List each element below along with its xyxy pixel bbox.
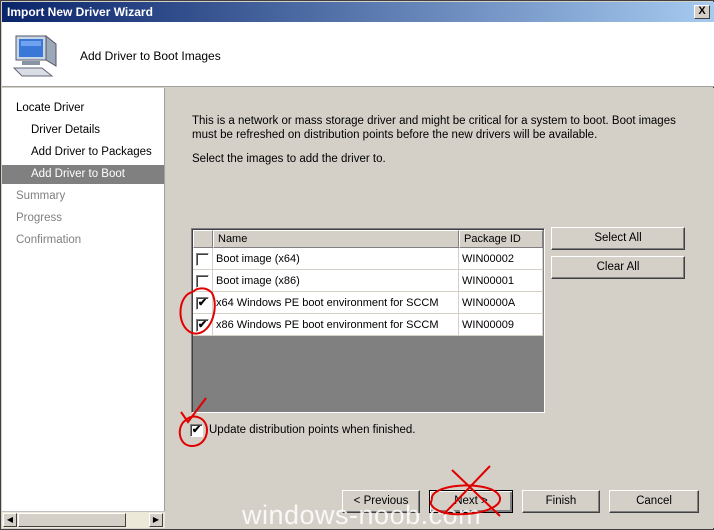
scroll-left-icon[interactable]: ◀ xyxy=(3,513,17,527)
table-row[interactable]: Boot image (x64) WIN00002 xyxy=(193,248,543,270)
page-title: Add Driver to Boot Images xyxy=(80,49,221,63)
nav-driver-details: Driver Details xyxy=(31,124,101,136)
wizard-window: Import New Driver Wizard X Add Driver to… xyxy=(0,0,714,530)
update-checkbox[interactable]: ✔ xyxy=(190,424,203,437)
nav-add-driver-to-packages: Add Driver to Packages xyxy=(31,146,152,158)
nav-summary: Summary xyxy=(16,190,66,202)
row-name: x64 Windows PE boot environment for SCCM xyxy=(213,292,459,314)
column-header-package-id[interactable]: Package ID xyxy=(459,230,543,248)
wizard-sidebar: Locate Driver Driver Details Add Driver … xyxy=(2,88,165,511)
window-title: Import New Driver Wizard xyxy=(7,5,153,19)
table-row[interactable]: ✔ x86 Windows PE boot environment for SC… xyxy=(193,314,543,336)
row-checkbox-checked[interactable]: ✔ xyxy=(196,319,209,332)
nav-locate-driver: Locate Driver xyxy=(16,102,85,114)
boot-image-list[interactable]: Name Package ID Boot image (x64) WIN0000… xyxy=(191,228,545,413)
row-package-id: WIN00002 xyxy=(459,248,543,270)
scroll-thumb[interactable] xyxy=(18,513,126,527)
row-checkbox[interactable] xyxy=(196,253,209,266)
clear-all-button[interactable]: Clear All xyxy=(551,256,685,279)
row-name: x86 Windows PE boot environment for SCCM xyxy=(213,314,459,336)
row-package-id: WIN0000A xyxy=(459,292,543,314)
column-header-check[interactable] xyxy=(193,230,213,248)
nav-confirmation: Confirmation xyxy=(16,234,82,246)
row-checkbox-checked[interactable]: ✔ xyxy=(196,297,209,310)
wizard-header: Add Driver to Boot Images xyxy=(2,22,714,87)
row-checkbox[interactable] xyxy=(196,275,209,288)
table-row[interactable]: ✔ x64 Windows PE boot environment for SC… xyxy=(193,292,543,314)
finish-button[interactable]: Finish xyxy=(522,490,600,513)
driver-description: This is a network or mass storage driver… xyxy=(192,115,676,141)
select-instruction: Select the images to add the driver to. xyxy=(192,153,386,165)
cancel-button[interactable]: Cancel xyxy=(609,490,699,513)
close-button[interactable]: X xyxy=(694,5,710,19)
nav-add-driver-to-boot-images: Add Driver to Boot Images xyxy=(2,165,164,199)
sidebar-scrollbar[interactable]: ◀ ▶ xyxy=(2,511,165,528)
list-header: Name Package ID xyxy=(193,230,543,248)
wizard-content: This is a network or mass storage driver… xyxy=(166,88,714,528)
row-package-id: WIN00009 xyxy=(459,314,543,336)
update-label: Update distribution points when finished… xyxy=(209,424,416,436)
select-all-button[interactable]: Select All xyxy=(551,227,685,250)
title-bar: Import New Driver Wizard X xyxy=(2,2,714,22)
row-name: Boot image (x64) xyxy=(213,248,459,270)
watermark: windows-noob.com xyxy=(242,500,482,530)
scroll-right-icon[interactable]: ▶ xyxy=(149,513,163,527)
nav-progress: Progress xyxy=(16,212,63,224)
row-name: Boot image (x86) xyxy=(213,270,459,292)
column-header-name[interactable]: Name xyxy=(213,230,459,248)
table-row[interactable]: Boot image (x86) WIN00001 xyxy=(193,270,543,292)
computer-icon xyxy=(12,34,57,77)
row-package-id: WIN00001 xyxy=(459,270,543,292)
